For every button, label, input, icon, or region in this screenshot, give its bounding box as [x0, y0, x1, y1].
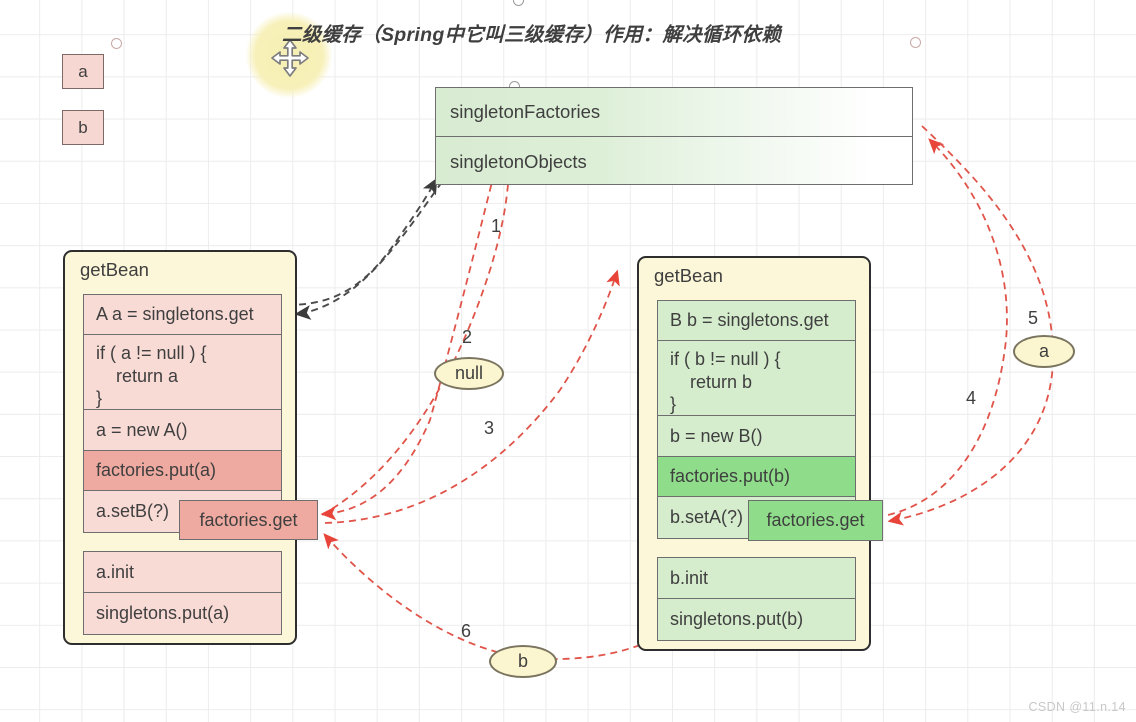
statement-row[interactable]: if ( b != null ) { return b } [658, 341, 855, 416]
statement-row[interactable]: b.init [658, 558, 855, 599]
callout-factories-get-b[interactable]: factories.get [748, 500, 883, 541]
pill-b[interactable]: b [489, 645, 557, 678]
statement-row[interactable]: singletons.put(b) [658, 599, 855, 640]
anchor-dot-chip[interactable] [111, 38, 122, 49]
pill-label: null [454, 363, 484, 383]
getbean-panel-a-title: getBean [80, 259, 149, 280]
getbean-a-statements-group-1: A a = singletons.get if ( a != null ) { … [83, 294, 282, 533]
getbean-b-statements-group-2: b.init singletons.put(b) [657, 557, 856, 641]
statement-row[interactable]: singletons.put(a) [84, 593, 281, 634]
watermark: CSDN @11.n.14 [1028, 700, 1126, 714]
statement-label: B b = singletons.get [670, 310, 829, 331]
singleton-cache-box[interactable]: singletonFactories singletonObjects [435, 87, 913, 185]
step-label-5: 5 [1028, 308, 1039, 328]
callout-factories-get-a[interactable]: factories.get [179, 500, 318, 540]
chip-a[interactable]: a [62, 54, 104, 89]
statement-label: factories.put(b) [670, 466, 791, 487]
statement-label: b.setA(?) [670, 507, 744, 528]
step-label-6: 6 [461, 621, 472, 641]
cache-row-singleton-objects[interactable]: singletonObjects [436, 137, 912, 186]
getbean-a-statements-group-2: a.init singletons.put(a) [83, 551, 282, 635]
getbean-panel-b-title: getBean [654, 265, 723, 286]
callout-label: factories.get [766, 510, 865, 530]
getbean-panel-b[interactable]: getBean B b = singletons.get if ( b != n… [637, 256, 871, 651]
statement-label: singletons.put(a) [96, 603, 230, 624]
statement-row[interactable]: A a = singletons.get [84, 295, 281, 335]
getbean-panel-a[interactable]: getBean A a = singletons.get if ( a != n… [63, 250, 297, 645]
statement-label: A a = singletons.get [96, 304, 254, 325]
step-label-4: 4 [966, 388, 977, 408]
cache-row-label: singletonObjects [450, 150, 587, 172]
step-label-1: 1 [491, 216, 502, 236]
statement-label: a.setB(?) [96, 501, 170, 522]
step-label-2: 2 [462, 327, 473, 347]
pill-label: a [1038, 341, 1049, 361]
statement-label: factories.put(a) [96, 460, 217, 481]
statement-label: if ( b != null ) { return b } [670, 349, 781, 414]
statement-label: a.init [96, 561, 135, 582]
pill-label: b [517, 651, 528, 671]
chip-b[interactable]: b [62, 110, 104, 145]
statement-row[interactable]: a.init [84, 552, 281, 593]
step-label-3: 3 [484, 418, 495, 438]
cache-row-label: singletonFactories [450, 101, 601, 122]
statement-row[interactable]: B b = singletons.get [658, 301, 855, 341]
statement-row[interactable]: if ( a != null ) { return a } [84, 335, 281, 410]
cache-row-singleton-factories[interactable]: singletonFactories [436, 88, 912, 137]
pill-null[interactable]: null [434, 357, 504, 390]
anchor-dot-right[interactable] [910, 37, 921, 48]
statement-label: a = new A() [96, 419, 188, 440]
page-title: 二级缓存（Spring中它叫三级缓存）作用：解决循环依赖 [282, 24, 782, 46]
statement-label: if ( a != null ) { return a } [96, 343, 207, 408]
statement-label: singletons.put(b) [670, 609, 804, 630]
statement-row[interactable]: a = new A() [84, 410, 281, 451]
pill-a[interactable]: a [1013, 335, 1075, 368]
statement-row[interactable]: b = new B() [658, 416, 855, 457]
statement-label: b = new B() [670, 425, 763, 446]
chip-a-label: a [78, 61, 88, 81]
statement-row-highlighted[interactable]: factories.put(b) [658, 457, 855, 497]
statement-label: b.init [670, 567, 709, 588]
statement-row-highlighted[interactable]: factories.put(a) [84, 451, 281, 491]
callout-label: factories.get [199, 509, 298, 530]
chip-b-label: b [78, 117, 88, 137]
